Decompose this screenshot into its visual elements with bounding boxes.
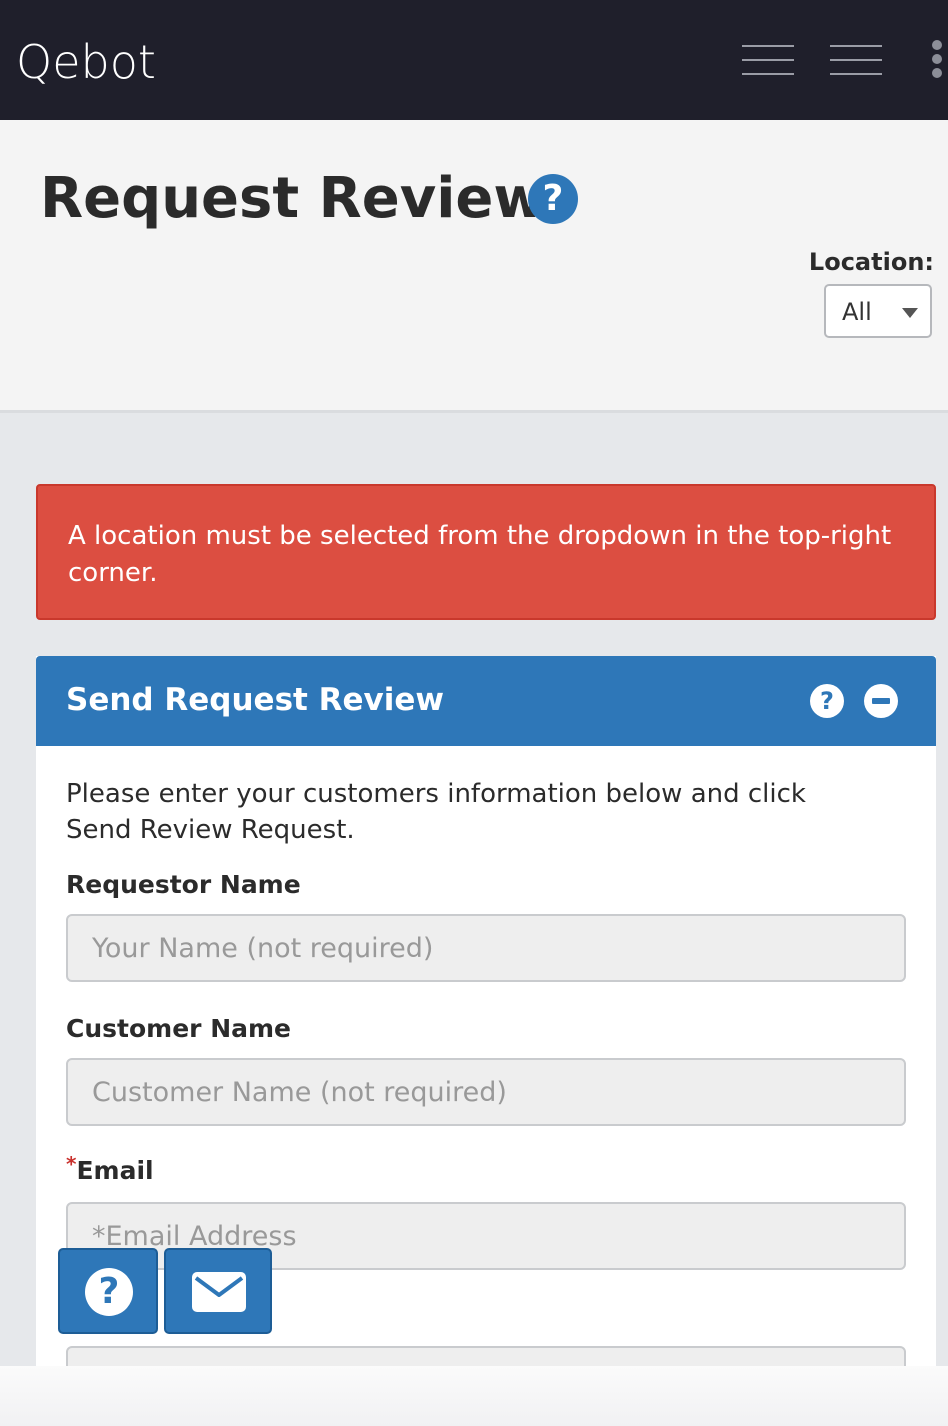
- help-floating-button[interactable]: ?: [58, 1248, 158, 1334]
- caret-down-icon: [902, 308, 918, 318]
- page-header: Request Review ? Location: All: [0, 120, 948, 413]
- top-navbar: Qebot: [0, 0, 948, 120]
- card-title: Send Request Review: [66, 682, 445, 718]
- error-alert: A location must be selected from the dro…: [36, 484, 936, 620]
- hamburger-menu-icon[interactable]: [742, 45, 794, 77]
- card-intro-text: Please enter your customers information …: [66, 779, 806, 845]
- location-select[interactable]: All: [824, 284, 932, 338]
- location-label: Location:: [808, 248, 934, 276]
- question-circle-icon[interactable]: ?: [810, 684, 844, 718]
- question-circle-icon: ?: [85, 1268, 133, 1316]
- email-label-text: Email: [76, 1156, 154, 1185]
- envelope-icon: [192, 1272, 246, 1312]
- kebab-menu-icon[interactable]: [930, 40, 944, 82]
- page-title: Request Review: [40, 166, 546, 231]
- email-label: *Email: [66, 1152, 154, 1185]
- card-header: Send Request Review ?: [36, 656, 936, 746]
- hamburger-menu-icon[interactable]: [830, 45, 882, 77]
- location-select-value: All: [842, 298, 872, 326]
- customer-name-input[interactable]: [66, 1058, 906, 1126]
- requestor-name-input[interactable]: [66, 914, 906, 982]
- requestor-name-label: Requestor Name: [66, 870, 301, 899]
- bottom-bar: [0, 1366, 948, 1426]
- required-marker: *: [66, 1152, 77, 1176]
- customer-name-label: Customer Name: [66, 1014, 291, 1043]
- contact-floating-button[interactable]: [164, 1248, 272, 1334]
- minus-circle-icon[interactable]: [864, 684, 898, 718]
- brand-logo[interactable]: Qebot: [16, 34, 156, 90]
- question-circle-icon[interactable]: ?: [528, 174, 578, 224]
